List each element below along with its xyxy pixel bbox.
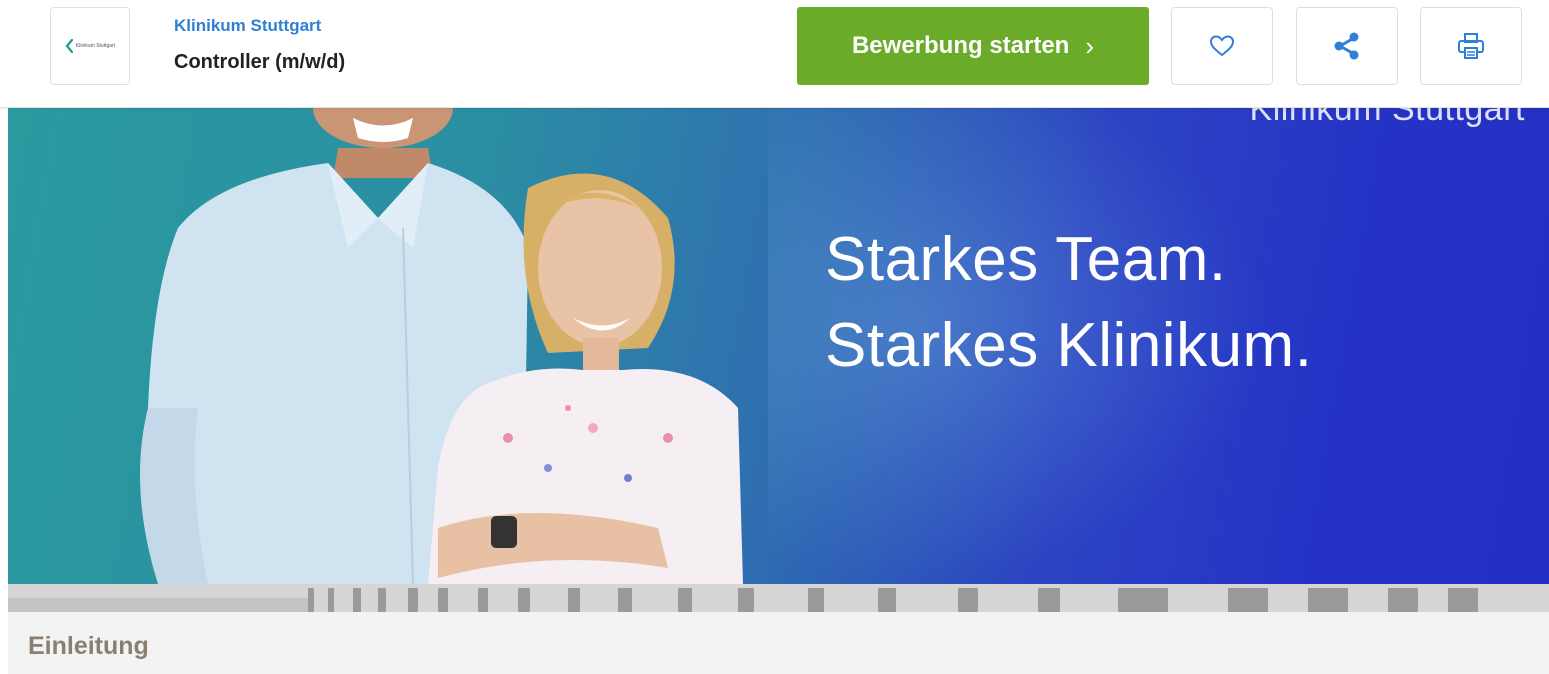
- building-strip-image: [8, 584, 1549, 612]
- logo-mark-icon: [65, 39, 73, 53]
- heart-icon: [1209, 35, 1235, 57]
- share-button[interactable]: [1296, 7, 1398, 85]
- share-icon: [1334, 32, 1359, 60]
- printer-icon: [1458, 33, 1484, 59]
- job-header: Klinikum Stuttgart Klinikum Stuttgart Co…: [0, 0, 1549, 108]
- hero-banner: Klinikum Stuttgart Starkes Team. Starkes…: [8, 108, 1549, 584]
- job-title: Controller (m/w/d): [174, 51, 346, 73]
- hero-brand-logo: Klinikum Stuttgart: [1249, 108, 1525, 128]
- hero-headline-line2: Starkes Klinikum.: [825, 311, 1313, 380]
- logo-text: Klinikum Stuttgart: [75, 43, 116, 49]
- intro-section-header: Einleitung: [8, 612, 1549, 674]
- favorite-button[interactable]: [1171, 7, 1273, 85]
- company-logo[interactable]: Klinikum Stuttgart: [50, 7, 130, 85]
- hero-bottom-strip: [8, 584, 1549, 612]
- section-title: Einleitung: [28, 632, 149, 660]
- chevron-right-icon: ›: [1085, 31, 1095, 61]
- hero-headline-line1: Starkes Team.: [825, 225, 1227, 294]
- apply-button[interactable]: Bewerbung starten ›: [797, 7, 1149, 85]
- print-button[interactable]: [1420, 7, 1522, 85]
- hero-people-image: [140, 108, 743, 584]
- logo-mark-group: Klinikum Stuttgart: [65, 39, 115, 53]
- company-name-link[interactable]: Klinikum Stuttgart: [174, 16, 321, 36]
- apply-button-label: Bewerbung starten: [851, 32, 1070, 59]
